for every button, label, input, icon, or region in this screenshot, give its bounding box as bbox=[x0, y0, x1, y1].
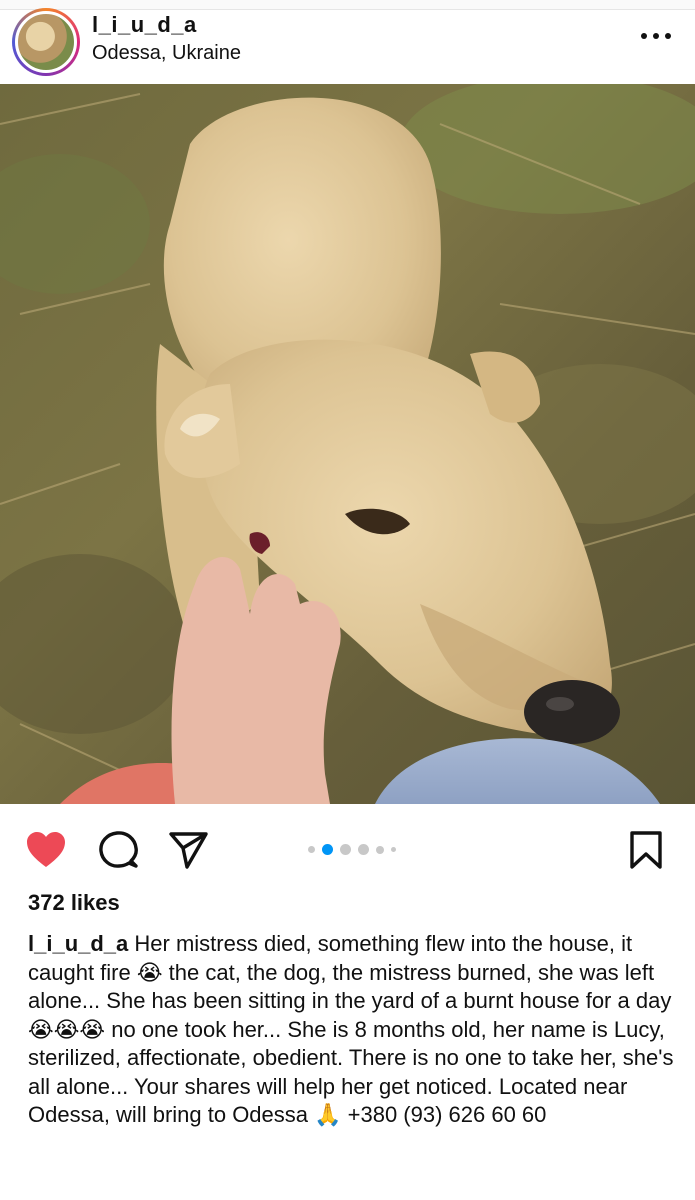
more-dot bbox=[641, 33, 647, 39]
post-username[interactable]: l_i_u_d_a bbox=[92, 12, 197, 38]
more-dot bbox=[653, 33, 659, 39]
heart-icon[interactable] bbox=[24, 828, 68, 872]
carousel-dot bbox=[308, 846, 315, 853]
post-photo[interactable] bbox=[0, 84, 695, 804]
avatar-story-ring[interactable] bbox=[12, 8, 80, 76]
post-header: l_i_u_d_a Odessa, Ukraine bbox=[0, 8, 695, 84]
dog-photo bbox=[0, 84, 695, 804]
post-actions bbox=[0, 804, 695, 884]
status-divider bbox=[0, 0, 695, 10]
carousel-dot bbox=[340, 844, 351, 855]
send-icon[interactable] bbox=[166, 828, 210, 872]
carousel-dot bbox=[376, 845, 384, 854]
caption-username[interactable]: l_i_u_d_a bbox=[28, 931, 128, 956]
caption-text: Her mistress died, something flew into t… bbox=[28, 931, 674, 1127]
more-dot bbox=[665, 33, 671, 39]
carousel-dot bbox=[391, 847, 396, 852]
carousel-dot bbox=[358, 844, 369, 855]
bookmark-icon[interactable] bbox=[624, 828, 668, 872]
likes-count[interactable]: 372 likes bbox=[28, 890, 120, 916]
more-options-icon[interactable] bbox=[641, 26, 671, 46]
comment-icon[interactable] bbox=[96, 828, 140, 872]
post-caption: l_i_u_d_a Her mistress died, something f… bbox=[28, 930, 678, 1130]
carousel-dot-active bbox=[322, 844, 333, 855]
carousel-indicator bbox=[308, 844, 396, 855]
post-location[interactable]: Odessa, Ukraine bbox=[92, 42, 241, 65]
avatar[interactable] bbox=[15, 11, 77, 73]
